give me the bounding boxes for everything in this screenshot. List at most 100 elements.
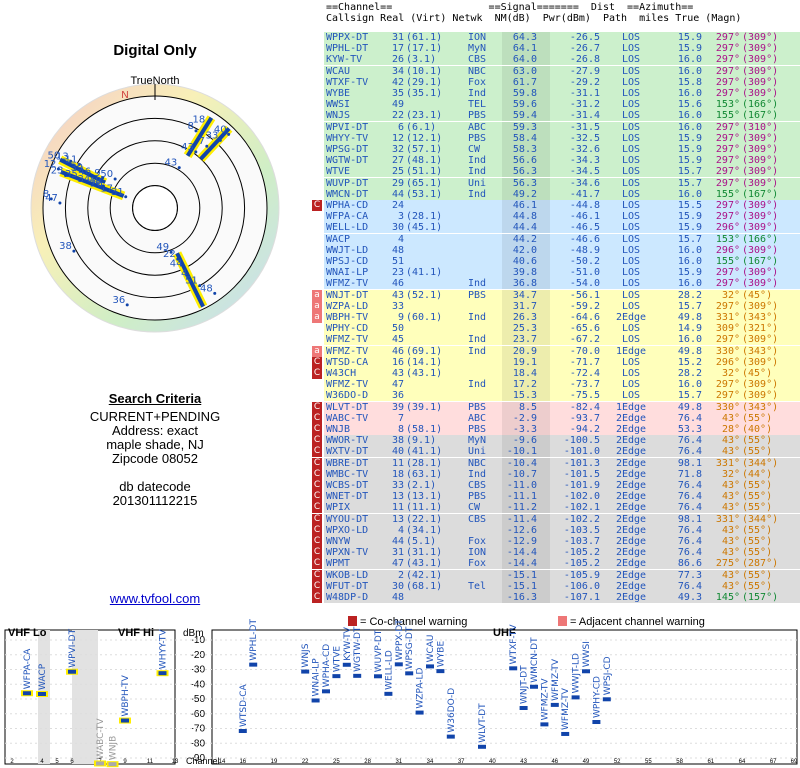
radar-station-dot: [72, 249, 76, 253]
cell-true: 297°: [715, 43, 740, 55]
search-criteria-title: Search Criteria: [108, 391, 202, 406]
cell-pwr: -26.8: [569, 54, 600, 66]
cell-magn: (55°): [742, 480, 773, 491]
table-row: C WFUT-DT 30 (68.1) Tel -15.1 -106.0 2Edge 76.4 4…: [306, 580, 800, 592]
cell-nm: 8.5: [518, 401, 537, 413]
station-marker: [384, 691, 393, 696]
radar-plot: TrueNorthN5013113946 9188 4033743431223 35 3…: [30, 75, 280, 333]
cell-true: 297°: [715, 65, 740, 77]
cell-virt: (43.1): [406, 558, 443, 570]
cell-virt: (51.1): [406, 166, 443, 178]
cell-virt: (28.1): [406, 211, 443, 223]
radar-station-dot: [218, 138, 222, 142]
cell-magn: (309°): [742, 177, 779, 189]
channel-tick-label: 22: [302, 759, 309, 765]
station-marker-label: WNJB: [109, 736, 119, 760]
cell-pwr: -101.3: [563, 457, 600, 469]
cell-real: 35: [391, 88, 404, 99]
cell-pwr: -48.9: [569, 244, 600, 256]
station-marker-label: WACP: [38, 663, 48, 690]
tvfool-link[interactable]: www.tvfool.com: [0, 591, 310, 606]
table-row: C WXTV-DT 40 (41.1) Uni -10.1 -101.0 2Edge 76.4 4…: [306, 446, 800, 458]
cell-dist: 76.4: [677, 580, 702, 592]
cell-magn: (55°): [742, 502, 773, 514]
cell-nm: 64.0: [512, 54, 537, 66]
cell-true: 296°: [715, 244, 740, 256]
cell-path: LOS: [621, 54, 641, 66]
channel-tick-label: 19: [271, 759, 278, 765]
table-row: a WNJT-DT 43 (52.1) PBS 34.7 -56.1 LOS 28.2 32° (4…: [306, 289, 800, 301]
cell-real: 13: [391, 513, 404, 525]
cell-dist: 15.7: [677, 177, 702, 189]
cell-dist: 98.1: [677, 457, 702, 469]
cell-path: LOS: [621, 32, 641, 43]
station-marker-label: WELL-LD: [384, 650, 394, 690]
cell-dist: 15.9: [677, 132, 702, 144]
cell-dist: 16.0: [677, 88, 702, 99]
cell-real: 44: [391, 536, 404, 547]
cell-nm: 59.3: [512, 121, 537, 133]
station-marker-label: WWSI: [582, 641, 592, 667]
station-marker-label: WPSJ-CD: [603, 656, 613, 695]
table-row: WPHY-CD 50 25.3 -65.6 LOS 14.9 309° (321°): [306, 323, 800, 335]
legend-adj-text: = Adjacent channel warning: [570, 616, 705, 628]
cell-virt: (43.1): [406, 368, 443, 379]
station-marker: [38, 691, 46, 696]
radar-station-label: 43: [164, 158, 177, 169]
cochannel-warning-icon: C: [312, 480, 322, 491]
table-row: WWSI 49 TEL 59.6 -31.2 LOS 15.6 153° (166°): [306, 99, 800, 111]
cell-dist: 28.2: [677, 368, 702, 379]
channel-tick-label: 61: [707, 759, 714, 765]
cell-path: LOS: [621, 99, 641, 111]
station-marker-label: WFMZ-TV: [540, 678, 550, 721]
cell-net: ION: [468, 32, 487, 43]
cell-true: 297°: [715, 278, 740, 290]
cell-magn: (40°): [742, 424, 773, 435]
table-row: C WPXO-LD 4 (34.1) -12.6 -103.5 2Edge 76.4 43° (5…: [306, 524, 800, 536]
station-marker-label: WMCN-DT: [530, 637, 540, 683]
cell-path: 2Edge: [615, 536, 647, 547]
cell-magn: (309°): [742, 278, 779, 290]
cell-real: 32: [391, 144, 404, 155]
cell-dist: 15.9: [677, 155, 702, 167]
cell-call: WPHY-CD: [326, 323, 369, 335]
station-marker-label: WBPH-TV: [121, 674, 131, 716]
cell-real: 3: [397, 211, 404, 223]
cell-real: 49: [391, 99, 404, 111]
cell-magn: (344°): [742, 513, 779, 525]
table-row: W36DO-D 36 15.3 -75.5 LOS 15.7 297° (309°): [306, 390, 800, 402]
cell-dist: 49.8: [677, 401, 702, 413]
cell-magn: (309°): [742, 166, 779, 178]
cell-magn: (157°): [742, 592, 779, 603]
cell-call: WPSJ-CD: [326, 256, 369, 267]
cell-pwr: -44.8: [569, 200, 600, 211]
cell-nm: 19.1: [512, 356, 537, 368]
cell-real: 9: [397, 312, 404, 323]
cell-pwr: -56.1: [569, 289, 600, 301]
cell-true: 43°: [721, 524, 740, 536]
cell-virt: (52.1): [406, 289, 443, 301]
cell-real: 48: [391, 592, 404, 603]
radar-station-dot: [194, 129, 198, 133]
cochannel-warning-icon: C: [312, 558, 322, 570]
cell-magn: (309°): [742, 300, 779, 312]
cell-nm: 64.3: [512, 32, 537, 43]
cell-true: 155°: [715, 188, 740, 200]
cell-nm: 58.3: [512, 144, 537, 155]
criteria-line: CURRENT+PENDING: [89, 409, 221, 424]
station-marker-label: WNAI-LP: [312, 658, 322, 697]
cell-magn: (309°): [742, 334, 779, 346]
cell-call: WFMZ-TV: [326, 334, 369, 346]
cell-nm: -16.3: [506, 592, 537, 603]
cell-magn: (343°): [742, 345, 779, 357]
cell-nm: -12.6: [506, 524, 537, 536]
cell-true: 297°: [715, 267, 740, 279]
cell-real: 47: [391, 558, 404, 570]
dbm-tick-label: -80: [191, 738, 206, 749]
cell-nm: 25.3: [512, 323, 537, 335]
cell-path: 2Edge: [615, 558, 647, 570]
cell-call: WYOU-DT: [326, 513, 369, 525]
cell-call: WFMZ-TV: [326, 379, 369, 391]
cell-dist: 71.8: [677, 468, 702, 480]
table-row: a WFMZ-TV 46 (69.1) Ind 20.9 -70.0 1Edge 49.8 330…: [306, 345, 800, 357]
